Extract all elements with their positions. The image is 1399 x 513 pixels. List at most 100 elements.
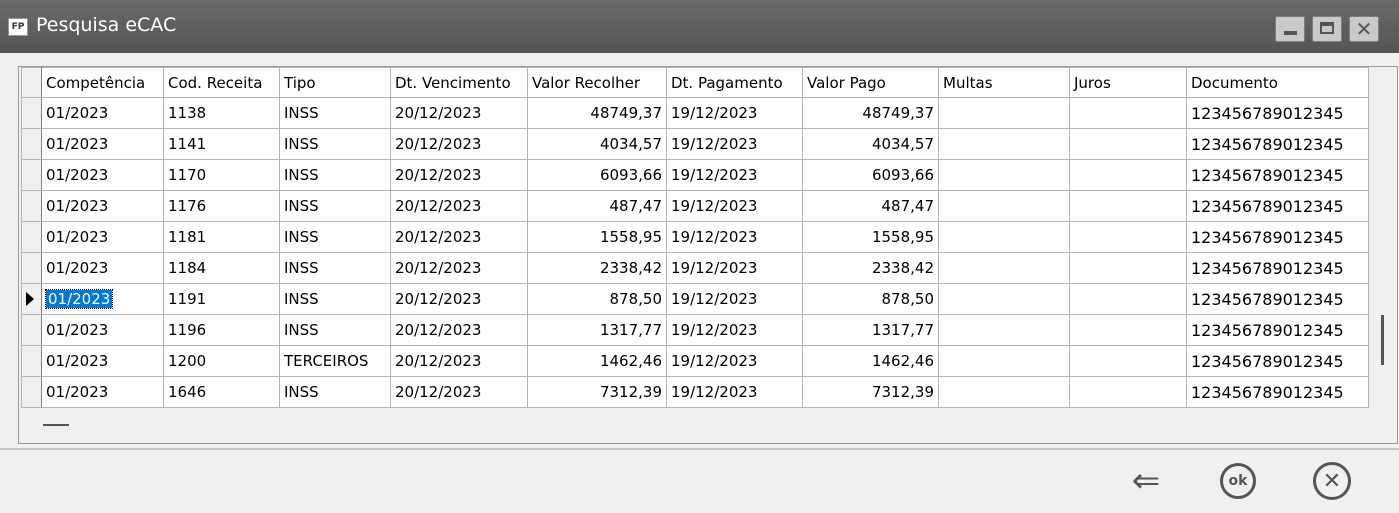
table-row[interactable]: 01/2023 1184 INSS 20/12/2023 2338,42 19/12/20… bbox=[21, 252, 1369, 284]
table-cell[interactable]: 6093,66 bbox=[527, 159, 667, 191]
table-row[interactable]: 01/2023 1176 INSS 20/12/2023 487,47 19/12/202… bbox=[21, 190, 1369, 222]
table-cell[interactable]: 878,50 bbox=[527, 283, 667, 315]
row-indicator[interactable] bbox=[21, 283, 42, 315]
table-cell[interactable]: 20/12/2023 bbox=[390, 97, 528, 129]
table-cell[interactable]: 123456789012345 bbox=[1186, 190, 1369, 222]
table-cell[interactable]: 1176 bbox=[163, 190, 280, 222]
table-cell[interactable]: 123456789012345 bbox=[1186, 345, 1369, 377]
table-cell[interactable] bbox=[938, 97, 1070, 129]
cancel-button[interactable]: ✕ bbox=[1306, 455, 1358, 507]
column-header[interactable]: Tipo bbox=[279, 67, 391, 98]
table-cell[interactable] bbox=[1069, 252, 1187, 284]
table-cell[interactable]: 1138 bbox=[163, 97, 280, 129]
table-cell[interactable] bbox=[938, 159, 1070, 191]
table-cell[interactable]: 19/12/2023 bbox=[666, 221, 803, 253]
table-cell[interactable]: 01/2023 bbox=[41, 314, 164, 346]
maximize-button[interactable] bbox=[1312, 16, 1342, 42]
table-cell[interactable]: INSS bbox=[279, 283, 391, 315]
table-cell[interactable]: 1141 bbox=[163, 128, 280, 160]
table-cell[interactable]: INSS bbox=[279, 190, 391, 222]
table-cell[interactable] bbox=[1069, 283, 1187, 315]
table-cell[interactable]: 123456789012345 bbox=[1186, 97, 1369, 129]
table-cell[interactable]: 1317,77 bbox=[527, 314, 667, 346]
table-cell[interactable] bbox=[1069, 128, 1187, 160]
table-cell[interactable]: TERCEIROS bbox=[279, 345, 391, 377]
table-cell[interactable]: 123456789012345 bbox=[1186, 128, 1369, 160]
table-row[interactable]: 01/2023 1170 INSS 20/12/2023 6093,66 19/12/20… bbox=[21, 159, 1369, 191]
table-cell[interactable]: 1200 bbox=[163, 345, 280, 377]
column-header[interactable]: Multas bbox=[938, 67, 1070, 98]
ok-button[interactable]: ok bbox=[1212, 455, 1264, 507]
table-cell[interactable]: INSS bbox=[279, 97, 391, 129]
table-cell[interactable]: 1170 bbox=[163, 159, 280, 191]
table-cell[interactable]: 1196 bbox=[163, 314, 280, 346]
table-cell[interactable]: 20/12/2023 bbox=[390, 159, 528, 191]
table-cell[interactable]: 20/12/2023 bbox=[390, 314, 528, 346]
table-cell[interactable] bbox=[1069, 376, 1187, 408]
table-cell[interactable]: INSS bbox=[279, 376, 391, 408]
table-cell[interactable]: 19/12/2023 bbox=[666, 252, 803, 284]
table-cell[interactable]: 2338,42 bbox=[527, 252, 667, 284]
table-cell[interactable]: 20/12/2023 bbox=[390, 128, 528, 160]
table-cell[interactable]: 20/12/2023 bbox=[390, 221, 528, 253]
table-cell[interactable] bbox=[1069, 159, 1187, 191]
table-row[interactable]: 01/2023 1196 INSS 20/12/2023 1317,77 19/12/20… bbox=[21, 314, 1369, 346]
table-cell[interactable] bbox=[1069, 97, 1187, 129]
table-cell[interactable]: 123456789012345 bbox=[1186, 252, 1369, 284]
table-cell[interactable] bbox=[938, 252, 1070, 284]
table-cell[interactable] bbox=[1069, 221, 1187, 253]
column-header[interactable]: Cod. Receita bbox=[163, 67, 280, 98]
table-cell[interactable]: 19/12/2023 bbox=[666, 97, 803, 129]
table-cell[interactable] bbox=[938, 314, 1070, 346]
table-cell[interactable]: 01/2023 bbox=[41, 345, 164, 377]
table-cell[interactable] bbox=[938, 128, 1070, 160]
table-cell[interactable]: 20/12/2023 bbox=[390, 345, 528, 377]
table-cell[interactable]: 123456789012345 bbox=[1186, 283, 1369, 315]
minimize-button[interactable] bbox=[1275, 16, 1305, 42]
vertical-scrollbar-thumb[interactable] bbox=[1381, 315, 1384, 365]
table-cell[interactable]: 878,50 bbox=[802, 283, 939, 315]
table-cell[interactable] bbox=[1069, 314, 1187, 346]
row-indicator[interactable] bbox=[21, 314, 42, 346]
table-cell[interactable]: 01/2023 bbox=[41, 376, 164, 408]
table-cell[interactable]: 123456789012345 bbox=[1186, 376, 1369, 408]
row-indicator[interactable] bbox=[21, 97, 42, 129]
table-row[interactable]: 01/2023 1138 INSS 20/12/2023 48749,37 19/12/2… bbox=[21, 97, 1369, 129]
table-cell[interactable]: INSS bbox=[279, 252, 391, 284]
table-row[interactable]: 01/2023 1191 INSS 20/12/2023 878,50 19/12/202… bbox=[21, 283, 1369, 315]
table-cell[interactable]: 123456789012345 bbox=[1186, 314, 1369, 346]
table-cell[interactable] bbox=[938, 221, 1070, 253]
table-cell[interactable]: 20/12/2023 bbox=[390, 190, 528, 222]
row-indicator[interactable] bbox=[21, 221, 42, 253]
table-cell[interactable]: 1191 bbox=[163, 283, 280, 315]
table-cell[interactable]: 01/2023 bbox=[41, 128, 164, 160]
table-cell[interactable] bbox=[938, 190, 1070, 222]
table-cell[interactable]: 1462,46 bbox=[802, 345, 939, 377]
close-button[interactable]: ✕ bbox=[1349, 16, 1379, 42]
table-cell[interactable]: 01/2023 bbox=[41, 159, 164, 191]
table-cell[interactable]: 4034,57 bbox=[802, 128, 939, 160]
table-cell[interactable] bbox=[1069, 190, 1187, 222]
table-cell[interactable]: 19/12/2023 bbox=[666, 314, 803, 346]
table-cell[interactable]: 487,47 bbox=[527, 190, 667, 222]
table-cell[interactable]: 1181 bbox=[163, 221, 280, 253]
table-cell[interactable] bbox=[938, 283, 1070, 315]
table-cell[interactable]: 48749,37 bbox=[802, 97, 939, 129]
table-cell[interactable]: 48749,37 bbox=[527, 97, 667, 129]
table-cell[interactable]: INSS bbox=[279, 159, 391, 191]
row-indicator[interactable] bbox=[21, 159, 42, 191]
table-row[interactable]: 01/2023 1200 TERCEIROS 20/12/2023 1462,46 19/… bbox=[21, 345, 1369, 377]
table-cell[interactable]: INSS bbox=[279, 221, 391, 253]
table-cell[interactable]: 1184 bbox=[163, 252, 280, 284]
table-cell[interactable]: 01/2023 bbox=[41, 283, 164, 315]
table-cell[interactable]: 19/12/2023 bbox=[666, 128, 803, 160]
column-header[interactable]: Juros bbox=[1069, 67, 1187, 98]
row-indicator[interactable] bbox=[21, 128, 42, 160]
table-cell[interactable]: 01/2023 bbox=[41, 190, 164, 222]
table-cell[interactable]: 20/12/2023 bbox=[390, 252, 528, 284]
table-cell[interactable]: 1558,95 bbox=[802, 221, 939, 253]
row-indicator[interactable] bbox=[21, 345, 42, 377]
table-cell[interactable]: 01/2023 bbox=[41, 97, 164, 129]
column-header[interactable]: Dt. Vencimento bbox=[390, 67, 528, 98]
table-cell[interactable]: 7312,39 bbox=[527, 376, 667, 408]
